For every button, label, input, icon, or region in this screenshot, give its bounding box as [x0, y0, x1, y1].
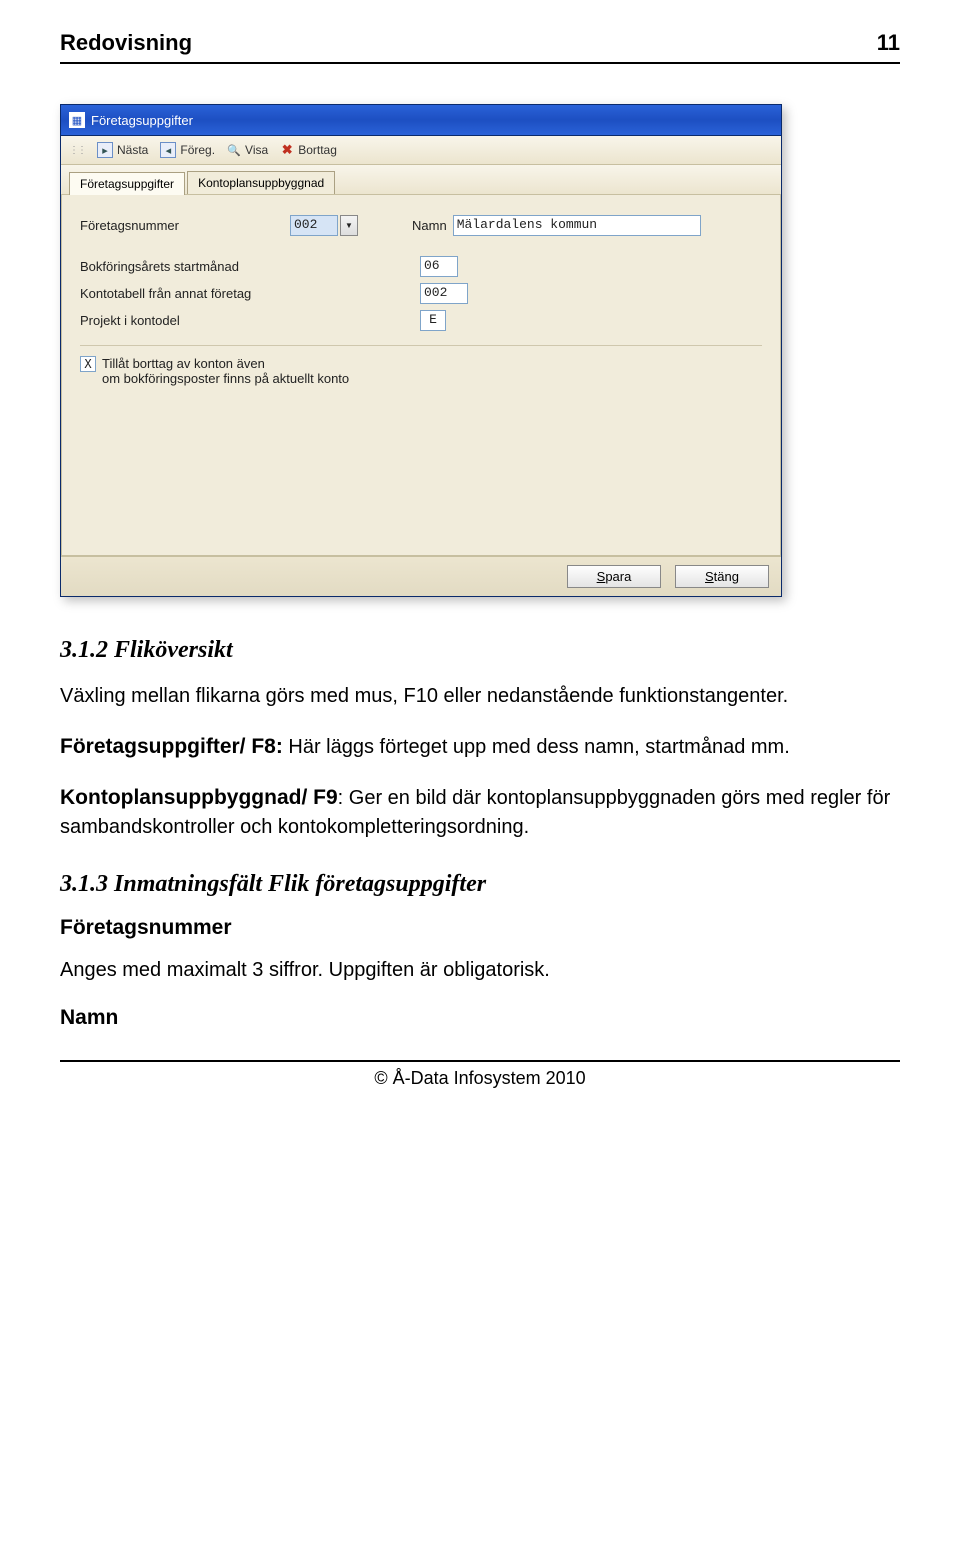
tab-foretagsuppgifter[interactable]: Företagsuppgifter — [69, 172, 185, 195]
next-button[interactable]: ▸ Nästa — [97, 142, 148, 158]
para-f9: Kontoplansuppbyggnad/ F9: Ger en bild dä… — [60, 783, 900, 840]
page-footer: © Å-Data Infosystem 2010 — [60, 1060, 900, 1089]
close-button[interactable]: Stäng — [675, 565, 769, 588]
form-divider — [80, 345, 762, 346]
prev-button[interactable]: ◂ Föreg. — [160, 142, 215, 158]
para-intro: Växling mellan flikarna görs med mus, F1… — [60, 682, 900, 710]
project-input[interactable]: E — [420, 310, 446, 331]
allow-delete-text: Tillåt borttag av konton även om bokföri… — [102, 356, 349, 386]
delete-label: Borttag — [298, 143, 337, 157]
toolbar-grip: ⋮⋮ — [69, 145, 85, 156]
next-icon: ▸ — [97, 142, 113, 158]
show-label: Visa — [245, 143, 268, 157]
toolbar: ⋮⋮ ▸ Nästa ◂ Föreg. 🔍 Visa ✖ Borttag — [61, 136, 781, 165]
para-f9-lead: Kontoplansuppbyggnad/ F9 — [60, 786, 338, 809]
titlebar: ▦ Företagsuppgifter — [61, 105, 781, 136]
heading-3-1-2: 3.1.2 Fliköversikt — [60, 637, 900, 664]
subhead-namn: Namn — [60, 1006, 900, 1030]
bottom-button-bar: Spara Stäng — [61, 556, 781, 596]
save-button[interactable]: Spara — [567, 565, 661, 588]
name-input[interactable]: Mälardalens kommun — [453, 215, 701, 236]
delete-button[interactable]: ✖ Borttag — [280, 143, 337, 157]
start-month-input[interactable]: 06 — [420, 256, 458, 277]
next-label: Nästa — [117, 143, 148, 157]
header-right: 11 — [877, 30, 900, 56]
prev-icon: ◂ — [160, 142, 176, 158]
tab-bar: Företagsuppgifter Kontoplansuppbyggnad — [61, 165, 781, 195]
tab-kontoplansuppbyggnad[interactable]: Kontoplansuppbyggnad — [187, 171, 335, 194]
window-title: Företagsuppgifter — [91, 113, 193, 128]
form-body: Företagsnummer 002 ▼ Namn Mälardalens ko… — [61, 195, 781, 556]
delete-icon: ✖ — [280, 143, 294, 157]
page-header: Redovisning 11 — [60, 30, 900, 64]
para-f8-lead: Företagsuppgifter/ F8: — [60, 735, 283, 758]
name-label: Namn — [412, 218, 447, 233]
allow-delete-checkbox[interactable]: X — [80, 356, 96, 372]
project-label: Projekt i kontodel — [80, 313, 420, 328]
para-f8-rest: Här läggs förteget upp med dess namn, st… — [283, 736, 790, 758]
tab1-label: Företagsuppgifter — [80, 177, 174, 191]
heading-3-1-3: 3.1.3 Inmatningsfält Flik företagsuppgif… — [60, 871, 900, 898]
show-button[interactable]: 🔍 Visa — [227, 143, 268, 157]
start-month-label: Bokföringsårets startmånad — [80, 259, 420, 274]
other-company-input[interactable]: 002 — [420, 283, 468, 304]
para-f8: Företagsuppgifter/ F8: Här läggs förtege… — [60, 732, 900, 761]
screenshot-window: ▦ Företagsuppgifter ⋮⋮ ▸ Nästa ◂ Föreg. … — [60, 104, 782, 597]
allow-delete-line1: Tillåt borttag av konton även — [102, 356, 349, 371]
subhead-foretagsnummer: Företagsnummer — [60, 916, 900, 940]
other-company-label: Kontotabell från annat företag — [80, 286, 420, 301]
tab2-label: Kontoplansuppbyggnad — [198, 176, 324, 190]
company-number-input[interactable]: 002 — [290, 215, 338, 236]
allow-delete-line2: om bokföringsposter finns på aktuellt ko… — [102, 371, 349, 386]
window-icon: ▦ — [69, 112, 85, 128]
para-foretagsnummer: Anges med maximalt 3 siffror. Uppgiften … — [60, 956, 900, 984]
magnify-icon: 🔍 — [227, 143, 241, 157]
company-number-label: Företagsnummer — [80, 218, 290, 233]
company-number-dropdown[interactable]: ▼ — [340, 215, 358, 236]
prev-label: Föreg. — [180, 143, 215, 157]
header-left: Redovisning — [60, 30, 192, 56]
